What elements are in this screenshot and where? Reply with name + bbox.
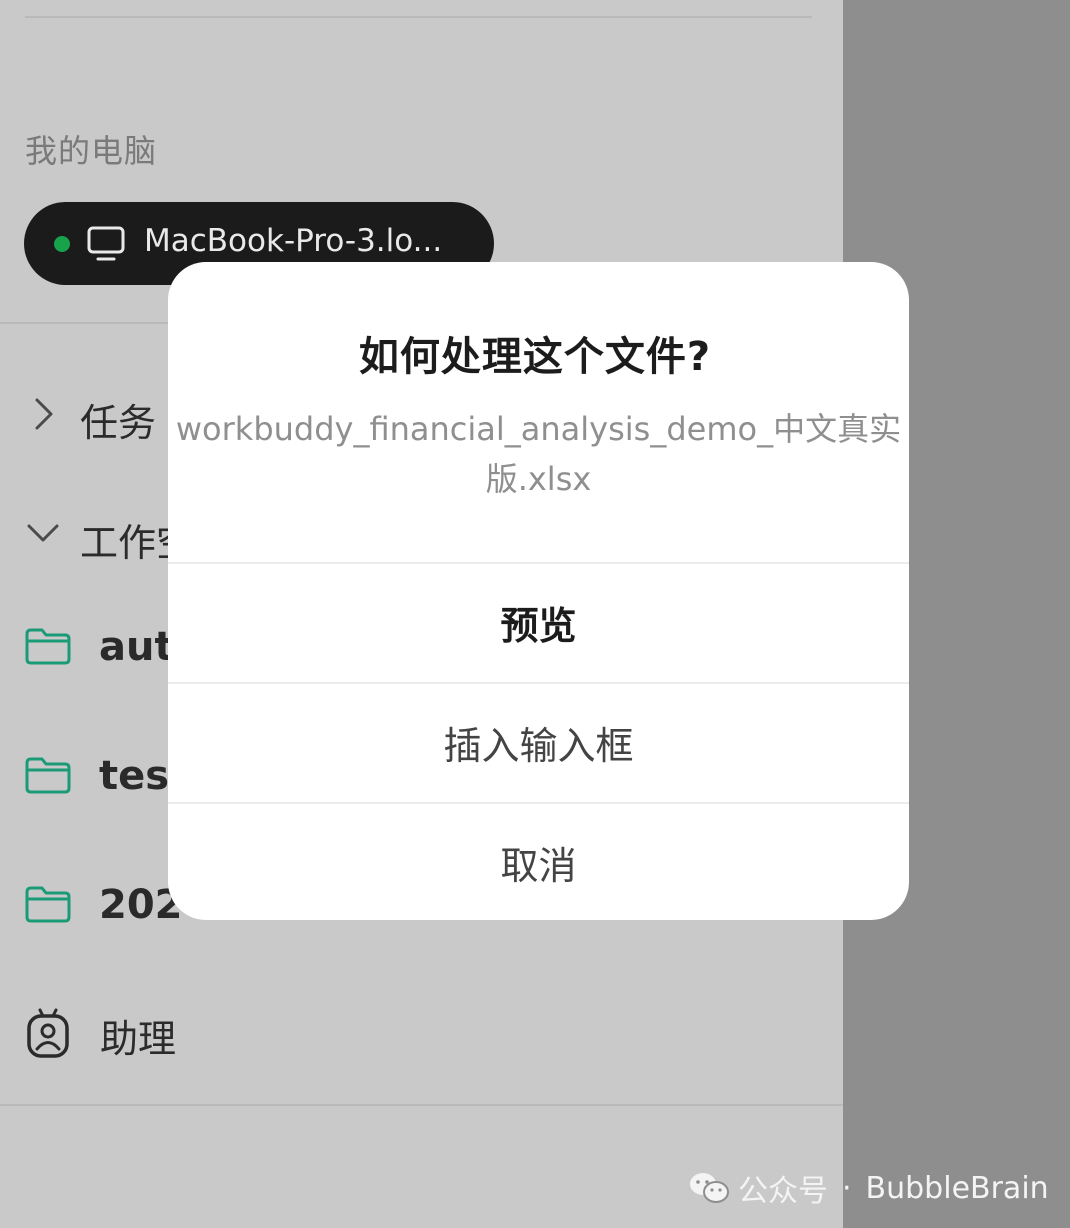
folder-item-name[interactable]: aut xyxy=(99,624,174,670)
nav-item-assistant[interactable]: 助理 xyxy=(100,1008,176,1063)
chevron-down-icon[interactable] xyxy=(26,522,60,544)
top-divider xyxy=(25,16,812,18)
preview-button[interactable]: 预览 xyxy=(168,562,909,680)
watermark-separator: · xyxy=(842,1170,852,1206)
watermark-prefix: 公众号 xyxy=(738,1174,828,1209)
device-name: MacBook-Pro-3.lo... xyxy=(144,223,443,259)
monitor-icon xyxy=(87,226,125,261)
online-status-dot xyxy=(54,236,70,252)
watermark-name: BubbleBrain xyxy=(865,1170,1049,1206)
assistant-icon xyxy=(27,1008,69,1058)
nav-item-tasks[interactable]: 任务 xyxy=(80,392,156,447)
cancel-button[interactable]: 取消 xyxy=(168,802,909,920)
folder-icon xyxy=(25,886,71,923)
dialog-filename: workbuddy_financial_analysis_demo_中文真实版.… xyxy=(175,410,902,498)
wechat-icon xyxy=(690,1173,729,1203)
watermark: 公众号 · BubbleBrain xyxy=(688,1166,1049,1210)
insert-input-button[interactable]: 插入输入框 xyxy=(168,682,909,800)
bottom-divider xyxy=(0,1104,843,1106)
dialog-title: 如何处理这个文件? xyxy=(358,334,712,380)
folder-icon xyxy=(25,628,71,665)
section-label-my-computer: 我的电脑 xyxy=(25,132,158,170)
folder-item-name[interactable]: tes xyxy=(99,753,169,799)
folder-icon xyxy=(25,757,71,794)
chevron-right-icon[interactable] xyxy=(33,397,55,431)
